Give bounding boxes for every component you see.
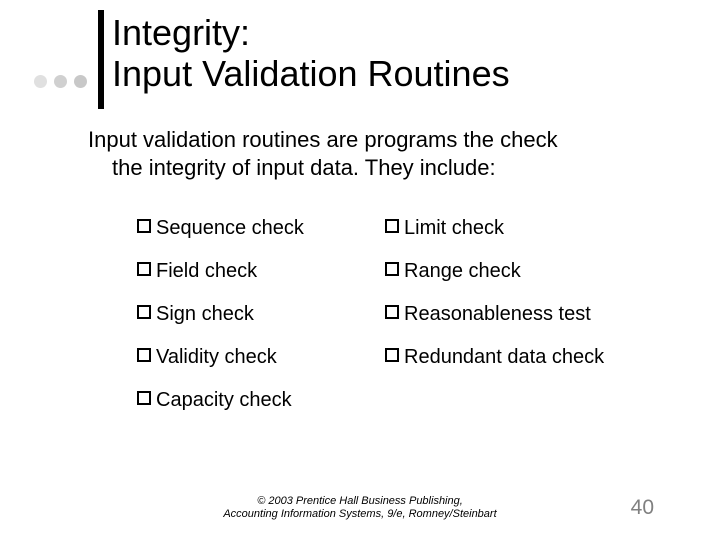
page-number: 40 — [631, 496, 654, 520]
bullet-icon — [385, 262, 399, 276]
check-item: Reasonableness test — [385, 302, 657, 326]
decor-dot — [54, 75, 67, 88]
bullet-icon — [137, 305, 151, 319]
check-item: Sign check — [137, 302, 385, 326]
check-item: Field check — [137, 259, 385, 283]
checks-row: Capacity check — [137, 388, 657, 412]
check-item: Redundant data check — [385, 345, 657, 369]
title-block: Integrity: Input Validation Routines — [112, 12, 510, 95]
check-item: Capacity check — [137, 388, 385, 412]
bullet-icon — [137, 348, 151, 362]
check-item: Validity check — [137, 345, 385, 369]
bullet-icon — [385, 305, 399, 319]
checks-row: Sign check Reasonableness test — [137, 302, 657, 326]
check-item: Sequence check — [137, 216, 385, 240]
check-item: Limit check — [385, 216, 657, 240]
bullet-icon — [385, 348, 399, 362]
bullet-icon — [137, 391, 151, 405]
body-line: the integrity of input data. They includ… — [88, 154, 648, 182]
footer-line: Accounting Information Systems, 9/e, Rom… — [0, 508, 720, 522]
checks-row: Field check Range check — [137, 259, 657, 283]
check-item: Range check — [385, 259, 657, 283]
check-label: Validity check — [156, 345, 277, 369]
title-line: Input Validation Routines — [112, 53, 510, 94]
check-label: Reasonableness test — [404, 302, 591, 326]
check-label: Sequence check — [156, 216, 304, 240]
bullet-icon — [137, 219, 151, 233]
footer-line: © 2003 Prentice Hall Business Publishing… — [0, 495, 720, 509]
check-label: Sign check — [156, 302, 254, 326]
title-line: Integrity: — [112, 12, 510, 53]
bullet-icon — [385, 219, 399, 233]
slide: Integrity: Input Validation Routines Inp… — [0, 0, 720, 540]
decor-dot — [34, 75, 47, 88]
check-label: Field check — [156, 259, 257, 283]
decor-bar — [98, 10, 104, 109]
bullet-icon — [137, 262, 151, 276]
checks-row: Sequence check Limit check — [137, 216, 657, 240]
decor-dot — [74, 75, 87, 88]
check-label: Range check — [404, 259, 521, 283]
check-label: Limit check — [404, 216, 504, 240]
check-label: Redundant data check — [404, 345, 604, 369]
body-line: Input validation routines are programs t… — [88, 126, 648, 154]
footer: © 2003 Prentice Hall Business Publishing… — [0, 495, 720, 523]
check-label: Capacity check — [156, 388, 292, 412]
title-decor — [34, 54, 104, 109]
checks-row: Validity check Redundant data check — [137, 345, 657, 369]
body-text: Input validation routines are programs t… — [88, 126, 648, 181]
checks-list: Sequence check Limit check Field check R… — [137, 216, 657, 431]
